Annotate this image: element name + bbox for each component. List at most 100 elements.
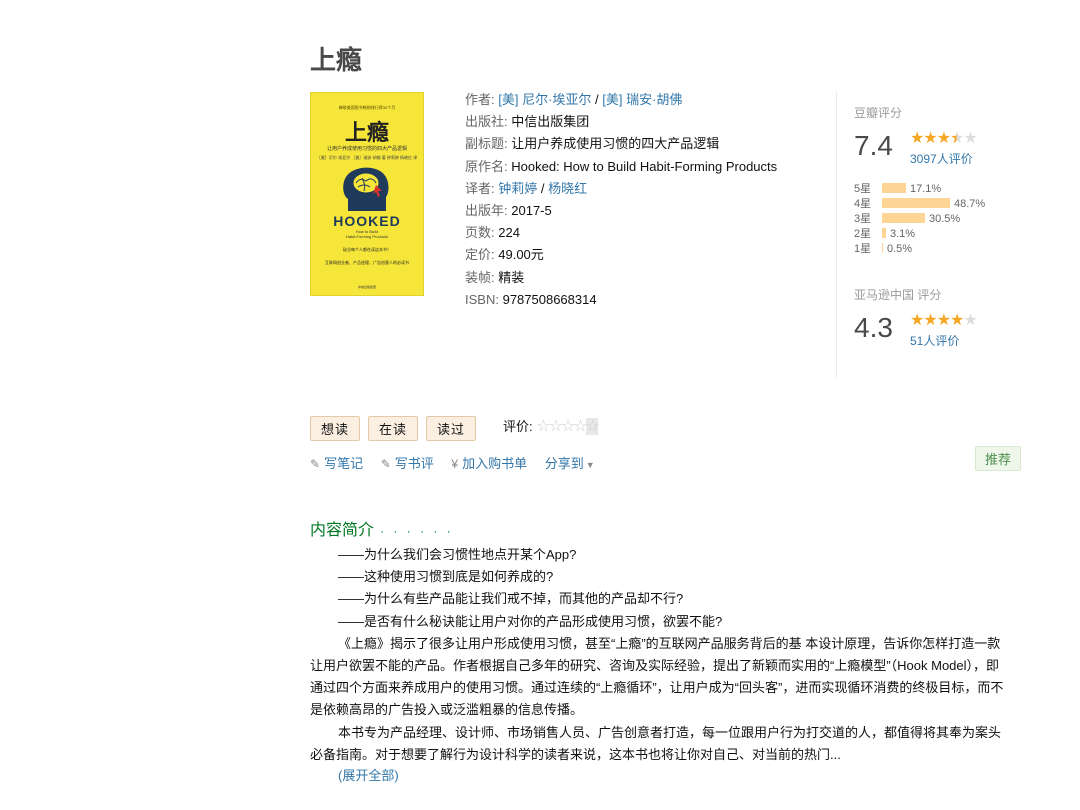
star-icon: ★ (923, 312, 937, 329)
translator-link-1[interactable]: 钟莉婷 (498, 181, 537, 196)
share-link[interactable]: 分享到 (545, 456, 584, 471)
original-label: 原作名: (465, 158, 508, 174)
dist-bar (882, 213, 925, 223)
page-title: 上瘾 (310, 45, 363, 75)
cover-rec-line1: 硅谷每个人都在读这本书！ (343, 247, 391, 252)
info-author-row: 作者: [美] 尼尔·埃亚尔 / [美] 瑞安·胡佛 (465, 89, 777, 111)
reading-status-buttons: 想读 在读 读过 (310, 416, 484, 441)
author-link-2[interactable]: [美] 瑞安·胡佛 (602, 92, 682, 107)
amazon-count-link[interactable]: 51人评价 (910, 332, 959, 349)
share-action[interactable]: 分享到 ▼ (545, 456, 599, 471)
amazon-score: 4.3 (854, 312, 893, 343)
cover-subtitle: 让用户养成使用习惯的四大产品逻辑 (326, 146, 407, 152)
intro-paragraph-1: 《上瘾》揭示了很多让用户形成使用习惯，甚至“上瘾”的互联网产品服务背后的基 本设… (310, 635, 1004, 718)
translator-label: 译者: (465, 180, 495, 196)
intro-paragraph-2: 本书专为产品经理、设计师、市场销售人员、广告创意者打造，每一位跟用户行为打交道的… (310, 724, 1002, 762)
star-icon: ★ (950, 312, 964, 329)
dist-pct: 0.5% (887, 243, 913, 255)
info-publisher-row: 出版社: 中信出版集团 (465, 111, 777, 133)
douban-score: 7.4 (854, 130, 893, 161)
dist-bar (882, 228, 886, 238)
my-rating: 评价: ☆☆☆☆☆ (503, 416, 600, 436)
rating-panel: 豆瓣评分 7.4 ★★★★★ 3097人评价 5星 17.1% 4星 48.7% 3… (836, 92, 1022, 378)
rate-star-5[interactable]: ☆ (585, 418, 600, 435)
dist-pct: 48.7% (954, 198, 986, 210)
intro-body: ——为什么我们会习惯性地点开某个App? ——这种使用习惯到底是如何养成的? —… (310, 544, 1010, 766)
intro-question-4: ——是否有什么秘诀能让用户对你的产品形成使用习惯，欲罢不能? (338, 613, 723, 629)
cover-authors: ［美］尼尔·埃亚尔 ［美］瑞安·胡佛 著 钟莉婷 杨晓红 译 (316, 155, 418, 160)
price-value: 49.00元 (498, 247, 544, 263)
want-to-read-button[interactable]: 想读 (310, 416, 361, 441)
book-cover[interactable]: 蝉联美国图书畅销排行榜30个月 上瘾 让用户养成使用习惯的四大产品逻辑 ［美］尼… (310, 92, 424, 296)
intro-heading: 内容简介 · · · · · · (310, 516, 454, 540)
rate-star-1[interactable]: ☆ (536, 418, 550, 435)
info-binding-row: 装帧: 精装 (465, 267, 777, 289)
recommend-button[interactable]: 推荐 (975, 446, 1022, 471)
add-cart-action[interactable]: ¥ 加入购书单 (451, 456, 527, 471)
intro-heading-text: 内容简介 (310, 522, 375, 539)
dist-star-label: 3星 (854, 213, 872, 225)
pencil-icon: ✎ (380, 457, 391, 471)
dist-star-label: 4星 (854, 198, 872, 210)
info-price-row: 定价: 49.00元 (465, 244, 777, 266)
cover-publisher: 中信出版集团 (357, 285, 376, 289)
douban-rating-label: 豆瓣评分 (854, 106, 903, 120)
binding-value: 精装 (498, 269, 525, 285)
write-note-link[interactable]: 写笔记 (324, 456, 363, 471)
dist-pct: 17.1% (910, 183, 942, 195)
reading-button[interactable]: 在读 (368, 416, 419, 441)
author-separator: / (591, 92, 603, 107)
info-original-row: 原作名: Hooked: How to Build Habit-Forming … (465, 156, 777, 178)
write-note-action[interactable]: ✎ 写笔记 (310, 456, 363, 471)
dist-bar (882, 183, 906, 193)
cover-rec-line2: 互联网创业者、产品经理、广告创意人的必读书 (325, 260, 409, 265)
write-review-action[interactable]: ✎ 写书评 (381, 456, 434, 471)
rating-distribution: 5星 17.1% 4星 48.7% 3星 30.5% 2星 3.1% 1星 0.5% (854, 182, 985, 257)
year-label: 出版年: (465, 203, 508, 219)
info-translator-row: 译者: 钟莉婷 / 杨晓红 (465, 178, 777, 200)
intro-question-3: ——为什么有些产品能让我们戒不掉，而其他的产品却不行? (338, 591, 684, 607)
price-label: 定价: (465, 247, 495, 263)
write-review-link[interactable]: 写书评 (395, 456, 434, 471)
cover-title: 上瘾 (344, 120, 389, 145)
intro-question-1: ——为什么我们会习惯性地点开某个App? (338, 547, 577, 562)
add-cart-link[interactable]: 加入购书单 (462, 456, 527, 471)
dist-pct: 3.1% (890, 228, 916, 240)
info-subtitle-row: 副标题: 让用户养成使用习惯的四大产品逻辑 (465, 133, 777, 155)
expand-all-link[interactable]: (展开全部) (338, 765, 399, 784)
cover-top-text: 蝉联美国图书畅销排行榜30个月 (338, 105, 396, 110)
rate-star-4[interactable]: ☆ (573, 418, 587, 435)
cover-brand: HOOKED (333, 213, 401, 229)
empty-star-icon: ★ (963, 130, 977, 147)
author-label: 作者: (465, 92, 495, 107)
dist-row-5: 5星 17.1% (854, 182, 985, 197)
cover-en-line2: Habit-Forming Products (345, 234, 389, 239)
douban-stars: ★★★★★ (910, 128, 978, 148)
dist-row-4: 4星 48.7% (854, 197, 985, 212)
intro-heading-dots: · · · · · · (380, 524, 454, 538)
dist-row-3: 3星 30.5% (854, 212, 985, 227)
dist-row-2: 2星 3.1% (854, 227, 985, 242)
rate-star-2[interactable]: ☆ (549, 418, 563, 435)
rate-star-3[interactable]: ☆ (561, 418, 575, 435)
dist-bar (882, 198, 950, 208)
dist-bar (882, 243, 883, 253)
dist-pct: 30.5% (929, 213, 961, 225)
translator-separator: / (537, 180, 549, 196)
translator-link-2[interactable]: 杨晓红 (548, 181, 587, 196)
half-star-icon: ★ (950, 130, 964, 147)
year-value: 2017-5 (511, 203, 552, 219)
publisher-value: 中信出版集团 (511, 114, 590, 130)
author-link-1[interactable]: [美] 尼尔·埃亚尔 (498, 92, 591, 107)
publisher-label: 出版社: (465, 114, 508, 130)
star-icon: ★ (936, 312, 951, 329)
yen-icon: ¥ (451, 457, 459, 471)
my-rating-label: 评价: (503, 419, 533, 434)
isbn-label: ISBN: (465, 291, 499, 307)
have-read-button[interactable]: 读过 (426, 416, 477, 441)
star-icon: ★ (923, 130, 937, 147)
star-icon: ★ (910, 312, 924, 329)
douban-count-link[interactable]: 3097人评价 (910, 150, 973, 167)
isbn-value: 9787508668314 (502, 291, 597, 307)
dist-star-label: 5星 (854, 183, 872, 195)
